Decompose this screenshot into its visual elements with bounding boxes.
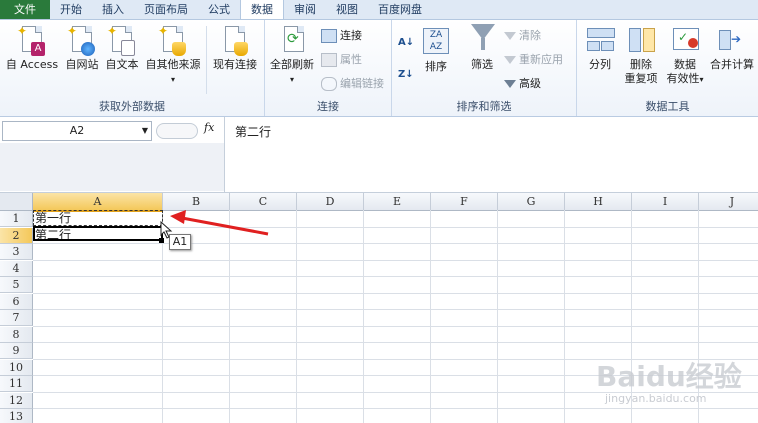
name-box-expanded-area [0,143,225,191]
advanced-filter-icon [504,80,516,88]
chevron-down-icon: ▾ [289,75,294,84]
consolidate-button[interactable]: ➔ 合并计算 [707,24,757,72]
existing-connections-button[interactable]: 现有连接 [208,24,262,72]
tab-view[interactable]: 视图 [326,1,368,19]
row-header-7[interactable]: 7 [0,310,33,326]
properties-icon [321,53,337,67]
column-header-d[interactable]: D [297,193,364,211]
reapply-icon [504,56,516,64]
worksheet-grid[interactable]: ABCDEFGHIJ 1 2 3 4 5 6 7 8 9 10 11 12 13 第一行 第二行 A1 … [0,193,758,423]
filter-button[interactable]: 筛选 [464,24,500,72]
database-icon: ✦ [158,24,188,56]
filter-icon [467,24,497,56]
column-header-e[interactable]: E [364,193,431,211]
data-validation-icon: ✓ [670,24,700,56]
group-sort-filter: A↓ Z↓ ZA AZ 排序 筛选 清除 重新应用 高级 排序和筛选 [392,20,577,116]
ribbon: ✦ A 自 Access ✦ 自网站 ✦ 自文本 ✦ 自其他来源 ▾ 现有连接 … [0,20,758,117]
connections-icon [321,29,337,43]
access-icon: ✦ A [17,24,47,56]
link-icon [321,77,337,91]
column-header-h[interactable]: H [565,193,632,211]
formula-bar-area: A2 ▼ fx 第二行 [0,117,758,193]
reapply-button[interactable]: 重新应用 [504,51,563,69]
row-header-10[interactable]: 10 [0,359,33,376]
row-header-9[interactable]: 9 [0,343,33,359]
insert-function-button[interactable]: fx [204,121,214,134]
group-label-connections: 连接 [317,100,339,113]
tab-review[interactable]: 审阅 [284,1,326,19]
row-header-13[interactable]: 13 [0,409,33,423]
from-other-sources-button[interactable]: ✦ 自其他来源 ▾ [142,24,204,87]
formula-input[interactable]: 第二行 [235,123,271,140]
tab-data[interactable]: 数据 [240,0,284,19]
watermark-url: jingyan.baidu.com [605,392,707,405]
row-gridline [33,342,758,343]
tab-insert[interactable]: 插入 [92,1,134,19]
sort-button[interactable]: ZA AZ 排序 [420,24,452,74]
group-label-sort-filter: 排序和筛选 [456,100,512,113]
clear-filter-button[interactable]: 清除 [504,27,541,45]
row-header-8[interactable]: 8 [0,326,33,343]
sort-asc-icon[interactable]: A↓ [398,34,414,52]
sort-icon: ZA AZ [423,28,449,54]
data-validation-button[interactable]: ✓ 数据 有效性▾ [663,24,707,87]
cursor-icon [160,221,173,239]
text-to-columns-button[interactable]: 分列 [583,24,617,72]
group-data-tools: 分列 删除 重复项 ✓ 数据 有效性▾ ➔ 合并计算 数据工具 [577,20,758,116]
watermark-brand: Baidu经验 [596,360,742,393]
text-to-columns-icon [585,24,615,56]
group-label-data-tools: 数据工具 [645,100,690,113]
row-header-5[interactable]: 5 [0,277,33,293]
from-access-button[interactable]: ✦ A 自 Access [4,24,60,72]
refresh-all-button[interactable]: ⟳ 全部刷新 ▾ [267,24,317,87]
chevron-down-icon: ▾ [170,75,175,84]
row-header-6[interactable]: 6 [0,293,33,310]
row-gridline [33,325,758,327]
column-header-f[interactable]: F [431,193,498,211]
clear-filter-icon [504,32,516,40]
row-gridline [33,276,758,277]
tab-formulas[interactable]: 公式 [198,1,240,19]
row-header-11[interactable]: 11 [0,376,33,392]
chevron-down-icon: ▾ [699,75,704,84]
tab-file[interactable]: 文件 [0,0,50,19]
row-header-12[interactable]: 12 [0,392,33,409]
group-connections: ⟳ 全部刷新 ▾ 连接 属性 编辑链接 连接 [265,20,392,116]
group-label-external-data: 获取外部数据 [99,100,165,113]
from-web-button[interactable]: ✦ 自网站 [62,24,102,72]
row-gridline [33,309,758,310]
formula-bar-toggle[interactable] [156,123,198,139]
existing-connection-icon [220,24,250,56]
globe-icon: ✦ [67,24,97,56]
row-gridline [33,292,758,294]
remove-duplicates-icon [626,24,656,56]
ribbon-tab-bar: 文件 开始 插入 页面布局 公式 数据 审阅 视图 百度网盘 [0,0,758,20]
name-box[interactable]: A2 ▼ [2,121,152,141]
consolidate-icon: ➔ [717,24,747,56]
sort-desc-icon[interactable]: Z↓ [398,66,414,84]
group-external-data: ✦ A 自 Access ✦ 自网站 ✦ 自文本 ✦ 自其他来源 ▾ 现有连接 … [0,20,265,116]
tab-home[interactable]: 开始 [50,1,92,19]
tab-baidu-netdisk[interactable]: 百度网盘 [368,1,432,19]
row-gridline [33,408,758,409]
annotation-arrow-icon [170,210,269,236]
tab-page-layout[interactable]: 页面布局 [134,1,198,19]
text-file-icon: ✦ [107,24,137,56]
properties-button[interactable]: 属性 [321,51,362,69]
column-header-i[interactable]: I [632,193,699,211]
column-header-j[interactable]: J [699,193,758,211]
connections-button[interactable]: 连接 [321,27,362,45]
refresh-icon: ⟳ [277,24,307,56]
chevron-down-icon[interactable]: ▼ [142,122,148,140]
remove-duplicates-button[interactable]: 删除 重复项 [621,24,661,86]
from-text-button[interactable]: ✦ 自文本 [102,24,142,72]
edit-links-button[interactable]: 编辑链接 [321,75,384,93]
column-header-g[interactable]: G [498,193,565,211]
advanced-filter-button[interactable]: 高级 [504,75,541,93]
